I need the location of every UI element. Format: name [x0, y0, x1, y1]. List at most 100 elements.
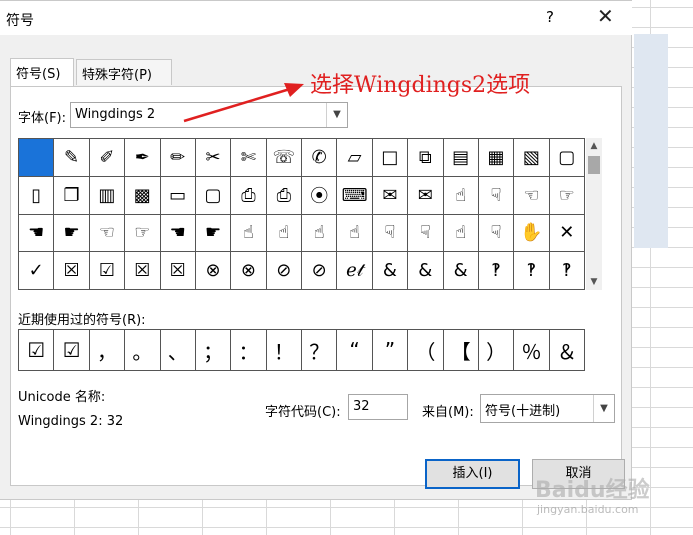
tab-special-characters[interactable]: 特殊字符(P)	[76, 59, 172, 85]
recent-symbol-cell[interactable]: ％	[514, 330, 550, 371]
symbol-cell[interactable]: ‽	[514, 252, 550, 290]
close-button[interactable]: ✕	[597, 4, 614, 28]
symbol-cell[interactable]: ⊗	[231, 252, 267, 290]
grid-scrollbar[interactable]: ▲ ▼	[586, 138, 602, 290]
symbol-cell[interactable]: ▢	[549, 139, 585, 177]
symbol-cell[interactable]: ⦿	[302, 176, 338, 215]
recent-symbol-cell[interactable]: ；	[195, 330, 232, 371]
symbol-cell[interactable]: ⌨	[337, 176, 373, 215]
symbol-cell[interactable]: ⊘	[266, 252, 302, 290]
symbol-cell[interactable]: ☛	[54, 214, 90, 253]
recent-symbol-cell[interactable]: “	[337, 330, 373, 371]
char-code-input[interactable]: 32	[348, 394, 408, 420]
char-code-label: 字符代码(C):	[265, 405, 341, 420]
symbol-cell[interactable]: ☜	[514, 176, 550, 215]
symbol-cell[interactable]: ⧉	[408, 139, 444, 177]
symbol-cell[interactable]: ▩	[125, 176, 161, 215]
symbol-cell[interactable]: ☝	[443, 214, 479, 253]
symbol-cell[interactable]: ✕	[549, 214, 585, 253]
symbol-cell[interactable]: ☏	[266, 139, 302, 177]
recent-symbol-cell[interactable]: 。	[125, 330, 161, 371]
watermark-logo: Baidu经验	[535, 478, 650, 503]
symbol-cell[interactable]: ☒	[125, 252, 161, 290]
symbol-cell[interactable]: ☝	[337, 214, 373, 253]
symbol-cell[interactable]: ✂	[195, 139, 232, 177]
symbol-cell[interactable]: &	[408, 252, 444, 290]
symbol-cell[interactable]: □	[372, 139, 409, 177]
symbol-cell[interactable]: ✋	[514, 214, 550, 253]
symbol-cell[interactable]: ▥	[89, 176, 126, 215]
symbol-cell[interactable]: ☒	[54, 252, 90, 290]
recent-symbol-cell[interactable]: ：	[231, 330, 267, 371]
recent-symbol-cell[interactable]: 、	[160, 330, 196, 371]
recent-symbol-cell[interactable]: ”	[372, 330, 409, 371]
symbol-cell[interactable]: ☝	[302, 214, 338, 253]
symbol-cell[interactable]: ☝	[443, 176, 479, 215]
from-label: 来自(M):	[422, 405, 474, 420]
symbol-cell[interactable]: ▭	[160, 176, 196, 215]
symbol-cell[interactable]: ℯ𝓉	[337, 252, 373, 290]
symbol-cell[interactable]: ❐	[54, 176, 90, 215]
symbol-cell[interactable]: ✆	[302, 139, 338, 177]
symbol-cell[interactable]: ⊗	[195, 252, 232, 290]
symbol-cell[interactable]: ☚	[19, 214, 55, 253]
symbol-cell[interactable]: ⎙	[231, 176, 267, 215]
tab-symbols[interactable]: 符号(S)	[10, 58, 74, 87]
symbol-cell[interactable]: ☟	[408, 214, 444, 253]
recent-symbol-cell[interactable]: （	[408, 330, 444, 371]
symbol-cell[interactable]: ✐	[89, 139, 126, 177]
recent-symbol-cell[interactable]: ☑	[19, 330, 55, 371]
chevron-down-icon[interactable]: ▼	[326, 103, 347, 127]
from-select[interactable]: 符号(十进制) ▼	[480, 394, 615, 423]
symbol-cell[interactable]: ✓	[19, 252, 55, 290]
symbol-cell[interactable]: ✎	[54, 139, 90, 177]
symbol-cell[interactable]: ☚	[160, 214, 196, 253]
symbol-cell[interactable]: ☒	[160, 252, 196, 290]
recent-symbol-cell[interactable]: ☑	[54, 330, 90, 371]
symbol-cell[interactable]: ☑	[89, 252, 126, 290]
title-bar: 符号 ? ✕	[0, 1, 632, 35]
symbol-cell[interactable]: ✄	[231, 139, 267, 177]
help-button[interactable]: ?	[546, 8, 554, 26]
recent-symbol-cell[interactable]: ，	[89, 330, 126, 371]
recent-symbol-cell[interactable]: ？	[302, 330, 338, 371]
scroll-up-icon[interactable]: ▲	[586, 138, 602, 154]
symbol-cell[interactable]: ✉	[372, 176, 409, 215]
symbol-cell[interactable]: ‽	[549, 252, 585, 290]
symbol-cell[interactable]: &	[443, 252, 479, 290]
symbol-cell[interactable]: ▦	[478, 139, 515, 177]
symbol-cell[interactable]: ☝	[231, 214, 267, 253]
recent-symbol-cell[interactable]: ！	[266, 330, 302, 371]
symbol-cell[interactable]: ▱	[337, 139, 373, 177]
chevron-down-icon[interactable]: ▼	[593, 395, 614, 422]
symbol-cell[interactable]: &	[372, 252, 409, 290]
scroll-down-icon[interactable]: ▼	[586, 274, 602, 290]
recent-symbol-cell[interactable]: 【	[443, 330, 479, 371]
symbol-cell[interactable]: ⎙	[266, 176, 302, 215]
symbol-cell[interactable]	[19, 139, 55, 177]
symbol-cell[interactable]: ☟	[372, 214, 409, 253]
recent-symbols-label: 近期使用过的符号(R):	[18, 313, 146, 328]
symbol-cell[interactable]: ☟	[478, 176, 515, 215]
symbol-cell[interactable]: ‽	[478, 252, 515, 290]
symbol-cell[interactable]: ▢	[195, 176, 232, 215]
recent-symbol-cell[interactable]: ）	[478, 330, 515, 371]
symbol-cell[interactable]: ✒	[125, 139, 161, 177]
symbol-cell[interactable]: ✉	[408, 176, 444, 215]
symbol-cell[interactable]: ☟	[478, 214, 515, 253]
scroll-thumb[interactable]	[588, 156, 600, 174]
symbol-cell[interactable]: ☞	[549, 176, 585, 215]
insert-button[interactable]: 插入(I)	[425, 459, 520, 489]
symbol-cell[interactable]: ☞	[125, 214, 161, 253]
symbol-cell[interactable]: ☜	[89, 214, 126, 253]
spreadsheet-selection	[634, 34, 668, 248]
symbol-cell[interactable]: ▧	[514, 139, 550, 177]
font-select-value: Wingdings 2	[75, 107, 156, 122]
symbol-cell[interactable]: ▯	[19, 176, 55, 215]
symbol-cell[interactable]: ▤	[443, 139, 479, 177]
symbol-cell[interactable]: ☛	[195, 214, 232, 253]
symbol-cell[interactable]: ☝	[266, 214, 302, 253]
recent-symbol-cell[interactable]: ＆	[549, 330, 585, 371]
symbol-cell[interactable]: ✏	[160, 139, 196, 177]
symbol-cell[interactable]: ⊘	[302, 252, 338, 290]
